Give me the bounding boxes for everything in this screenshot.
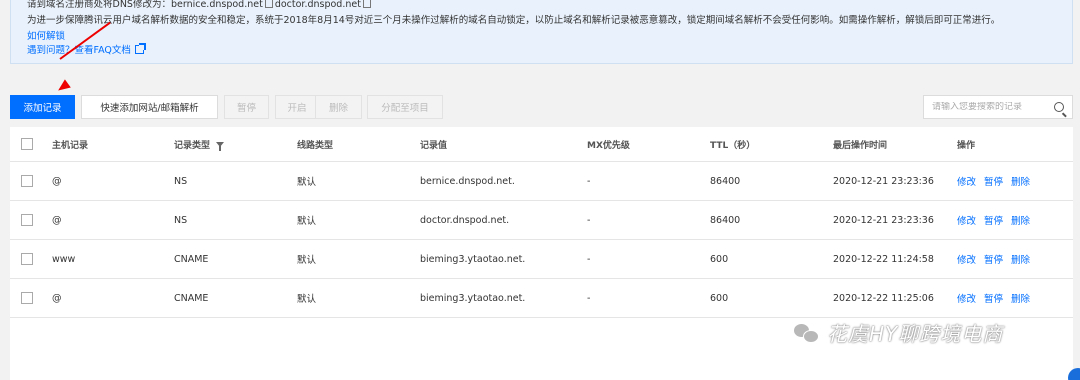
cell-type: NS xyxy=(174,175,188,187)
quick-add-button[interactable]: 快速添加网站/邮箱解析 xyxy=(81,95,218,119)
cell-ttl: 600 xyxy=(710,292,729,304)
cell-mx: - xyxy=(587,253,591,265)
pause-link[interactable]: 暂停 xyxy=(984,291,1003,305)
cell-line: 默认 xyxy=(297,177,317,188)
cell-ttl: 86400 xyxy=(710,175,741,187)
cell-ops: 修改 暂停 删除 xyxy=(957,162,1038,200)
header-ttl: TTL（秒） xyxy=(710,140,756,151)
unlock-link[interactable]: 如何解锁 xyxy=(27,28,65,42)
row-checkbox[interactable] xyxy=(21,292,33,304)
enable-button[interactable]: 开启 xyxy=(275,95,319,119)
copy-icon[interactable] xyxy=(264,0,273,8)
cell-ttl: 86400 xyxy=(710,214,741,226)
cell-ops: 修改 暂停 删除 xyxy=(957,201,1038,239)
delete-button[interactable]: 删除 xyxy=(315,95,362,119)
delete-link[interactable]: 删除 xyxy=(1011,291,1030,305)
header-ops: 操作 xyxy=(957,140,976,151)
cell-last-op: 2020-12-22 11:24:58 xyxy=(833,253,934,265)
lock-notice-text: 为进一步保障腾讯云用户域名解析数据的安全和稳定，系统于2018年8月14号对近三… xyxy=(27,15,1001,26)
cell-value: bieming3.ytaotao.net. xyxy=(420,253,526,265)
cell-type: NS xyxy=(174,214,188,226)
pause-link[interactable]: 暂停 xyxy=(984,174,1003,188)
row-checkbox[interactable] xyxy=(21,175,33,187)
cell-last-op: 2020-12-21 23:23:36 xyxy=(833,214,934,226)
cell-mx: - xyxy=(587,175,591,187)
table-row: @ CNAME 默认 bieming3.ytaotao.net. - 600 2… xyxy=(10,279,1073,318)
cell-value: bieming3.ytaotao.net. xyxy=(420,292,526,304)
cell-ops: 修改 暂停 删除 xyxy=(957,240,1038,278)
cell-host: @ xyxy=(52,175,62,187)
table-row: @ NS 默认 doctor.dnspod.net. - 86400 2020-… xyxy=(10,201,1073,240)
cell-line: 默认 xyxy=(297,294,317,305)
watermark: 花虞HY聊跨境电商 xyxy=(793,318,1003,347)
edit-link[interactable]: 修改 xyxy=(957,174,976,188)
table-header: 主机记录 记录类型 线路类型 记录值 MX优先级 TTL（秒） 最后操作时间 操… xyxy=(10,127,1073,162)
search-box[interactable] xyxy=(923,95,1073,119)
annotation-arrowhead xyxy=(55,79,71,95)
pause-link[interactable]: 暂停 xyxy=(984,213,1003,227)
pause-button[interactable]: 暂停 xyxy=(224,95,269,119)
cell-type: CNAME xyxy=(174,292,209,304)
edit-link[interactable]: 修改 xyxy=(957,213,976,227)
header-line: 线路类型 xyxy=(297,140,334,151)
cell-mx: - xyxy=(587,214,591,226)
table-row: www CNAME 默认 bieming3.ytaotao.net. - 600… xyxy=(10,240,1073,279)
add-record-button[interactable]: 添加记录 xyxy=(10,95,75,119)
search-icon[interactable] xyxy=(1054,102,1064,112)
delete-link[interactable]: 删除 xyxy=(1011,174,1030,188)
edit-link[interactable]: 修改 xyxy=(957,291,976,305)
cell-last-op: 2020-12-21 23:23:36 xyxy=(833,175,934,187)
wechat-icon xyxy=(793,321,821,345)
cell-line: 默认 xyxy=(297,255,317,266)
cell-value: doctor.dnspod.net. xyxy=(420,214,510,226)
select-all-checkbox[interactable] xyxy=(21,138,33,150)
delete-link[interactable]: 删除 xyxy=(1011,252,1030,266)
dns-instruction: 请到域名注册商处将DNS修改为：bernice.dnspod.net doctor… xyxy=(27,0,373,10)
cell-host: www xyxy=(52,253,76,265)
cell-ops: 修改 暂停 删除 xyxy=(957,279,1038,317)
cell-ttl: 600 xyxy=(710,253,729,265)
copy-icon[interactable] xyxy=(362,0,371,8)
search-input[interactable] xyxy=(932,102,1047,112)
header-value: 记录值 xyxy=(420,140,448,151)
table-row: @ NS 默认 bernice.dnspod.net. - 86400 2020… xyxy=(10,162,1073,201)
watermark-text: 花虞HY聊跨境电商 xyxy=(827,322,1004,346)
row-checkbox[interactable] xyxy=(21,253,33,265)
cell-last-op: 2020-12-22 11:25:06 xyxy=(833,292,934,304)
external-link-icon xyxy=(134,43,146,54)
header-mx: MX优先级 xyxy=(587,140,630,151)
faq-link[interactable]: 遇到问题？查看FAQ文档 xyxy=(27,42,146,56)
toolbar: 添加记录 快速添加网站/邮箱解析 暂停 开启 删除 分配至项目 xyxy=(10,95,1073,119)
cell-host: @ xyxy=(52,292,62,304)
header-last-op: 最后操作时间 xyxy=(833,140,888,151)
cell-host: @ xyxy=(52,214,62,226)
cell-value: bernice.dnspod.net. xyxy=(420,175,515,187)
cell-type: CNAME xyxy=(174,253,209,265)
assign-project-button[interactable]: 分配至项目 xyxy=(367,95,443,119)
cell-mx: - xyxy=(587,292,591,304)
delete-link[interactable]: 删除 xyxy=(1011,213,1030,227)
pause-link[interactable]: 暂停 xyxy=(984,252,1003,266)
header-host: 主机记录 xyxy=(52,140,89,151)
header-type[interactable]: 记录类型 xyxy=(174,127,225,161)
row-checkbox[interactable] xyxy=(21,214,33,226)
cell-line: 默认 xyxy=(297,216,317,227)
notice-banner: 请到域名注册商处将DNS修改为：bernice.dnspod.net doctor… xyxy=(10,0,1073,64)
filter-icon[interactable] xyxy=(216,141,225,151)
edit-link[interactable]: 修改 xyxy=(957,252,976,266)
